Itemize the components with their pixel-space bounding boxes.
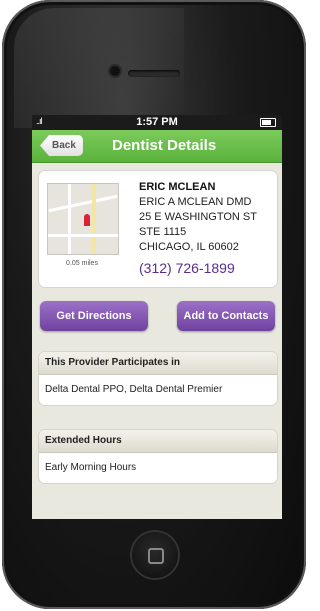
address-line: 25 E WASHINGTON ST	[139, 211, 257, 223]
address-line: CHICAGO, IL 60602	[139, 241, 239, 253]
map-pin-icon	[84, 214, 90, 226]
map-road	[48, 194, 118, 213]
section-header: Extended Hours	[39, 430, 277, 453]
extended-hours-section: Extended Hours Early Morning Hours	[38, 429, 278, 484]
participation-section: This Provider Participates in Delta Dent…	[38, 351, 278, 406]
add-to-contacts-button[interactable]: Add to Contacts	[177, 301, 275, 331]
phone-sheen	[14, 8, 184, 128]
phone-number-link[interactable]: (312) 726-1899	[139, 260, 235, 276]
map-road	[68, 184, 71, 254]
distance-label: 0.05 miles	[66, 260, 98, 267]
address-line: ERIC A MCLEAN DMD	[139, 196, 252, 208]
camera-icon	[110, 66, 120, 76]
map-road	[48, 234, 118, 237]
back-button[interactable]: Back	[40, 135, 83, 156]
speaker-grille	[128, 70, 180, 77]
provider-card: 0.05 miles ERIC MCLEAN ERIC A MCLEAN DMD…	[38, 170, 278, 288]
section-header: This Provider Participates in	[39, 352, 277, 375]
nav-bar: Back Dentist Details	[32, 130, 282, 163]
app-screen: ..ıl 1:57 PM Back Dentist Details 0.05 m…	[32, 115, 282, 519]
get-directions-button[interactable]: Get Directions	[40, 301, 148, 331]
home-square-icon	[148, 548, 164, 564]
section-value: Delta Dental PPO, Delta Dental Premier	[45, 384, 223, 395]
status-bar: ..ıl 1:57 PM	[32, 115, 282, 130]
section-value: Early Morning Hours	[45, 462, 137, 473]
phone-frame: ..ıl 1:57 PM Back Dentist Details 0.05 m…	[2, 0, 306, 609]
map-thumbnail[interactable]	[47, 183, 119, 255]
status-time: 1:57 PM	[136, 116, 178, 128]
provider-name: ERIC MCLEAN	[139, 181, 216, 193]
page-title: Dentist Details	[112, 137, 217, 154]
address-line: STE 1115	[139, 226, 187, 238]
battery-icon	[260, 118, 276, 127]
home-button[interactable]	[132, 532, 178, 578]
map-road	[92, 184, 96, 254]
